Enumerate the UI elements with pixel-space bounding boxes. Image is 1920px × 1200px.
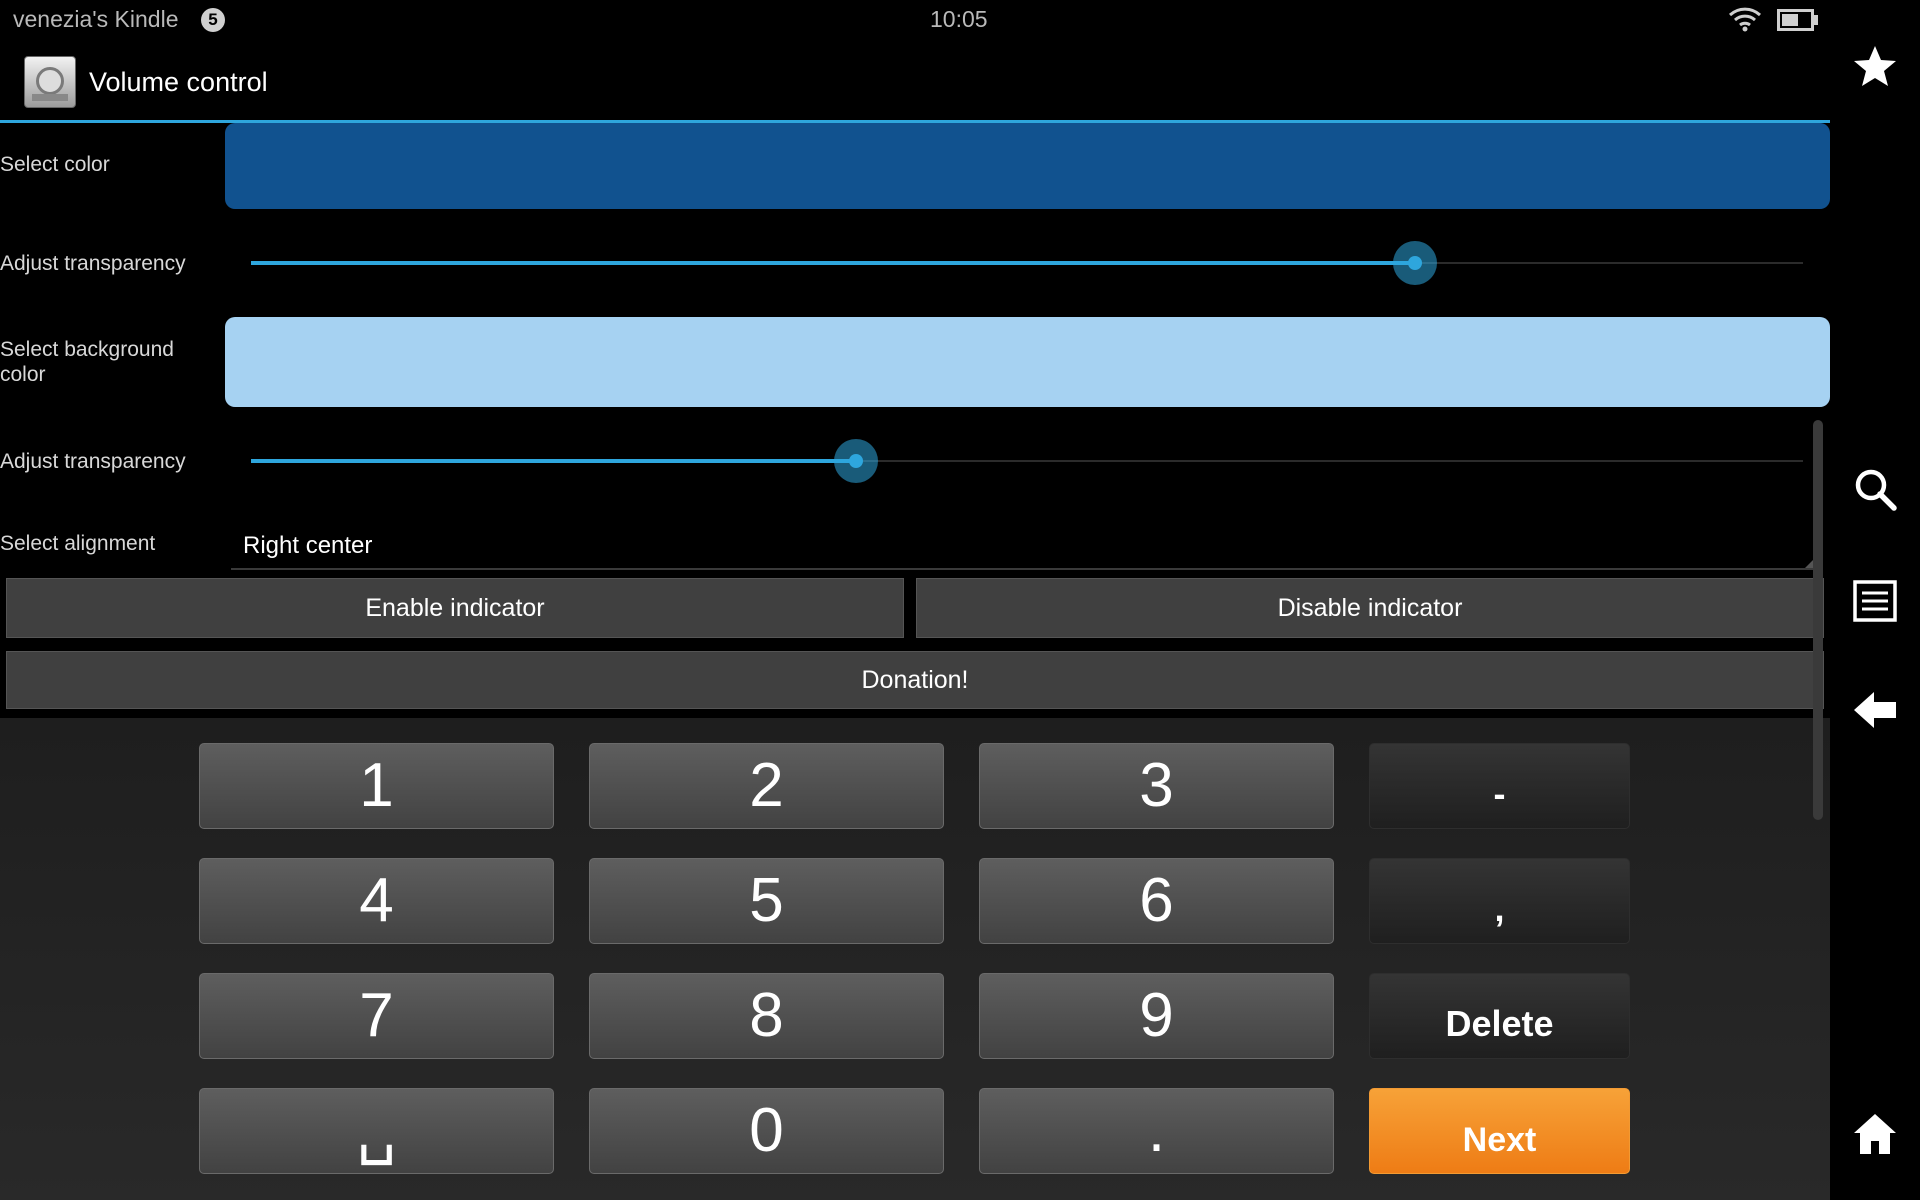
transparency-slider[interactable] <box>251 241 1803 285</box>
transparency-label: Adjust transparency <box>0 252 186 275</box>
key-6[interactable]: 6 <box>979 858 1334 944</box>
space-key[interactable]: ␣ <box>199 1088 554 1174</box>
key-2[interactable]: 2 <box>589 743 944 829</box>
action-bar: Volume control <box>0 40 1830 123</box>
key-minus[interactable]: - <box>1369 743 1630 829</box>
bg-transparency-label: Adjust transparency <box>0 450 186 473</box>
donation-button[interactable]: Donation! <box>6 651 1824 709</box>
settings-panel: Select color Adjust transparency Select … <box>0 123 1830 718</box>
key-0[interactable]: 0 <box>589 1088 944 1174</box>
key-8[interactable]: 8 <box>589 973 944 1059</box>
navigation-bar <box>1830 0 1920 1200</box>
home-icon[interactable] <box>1852 1111 1898 1157</box>
key-7[interactable]: 7 <box>199 973 554 1059</box>
disable-indicator-button[interactable]: Disable indicator <box>916 578 1824 638</box>
slider-fill <box>251 459 857 463</box>
key-3[interactable]: 3 <box>979 743 1334 829</box>
select-bg-color-label: Select background color <box>0 338 174 386</box>
select-alignment-label: Select alignment <box>0 532 156 555</box>
slider-fill <box>251 261 1415 265</box>
enable-indicator-button[interactable]: Enable indicator <box>6 578 904 638</box>
clock: 10:05 <box>930 6 988 32</box>
key-5[interactable]: 5 <box>589 858 944 944</box>
key-4[interactable]: 4 <box>199 858 554 944</box>
status-bar: venezia's Kindle 5 10:05 <box>0 0 1830 40</box>
search-icon[interactable] <box>1852 466 1898 512</box>
numeric-keyboard: 1 2 3 - 4 5 6 , 7 8 9 Delete ␣ 0 . Next <box>0 718 1830 1200</box>
wifi-icon <box>1728 7 1762 32</box>
key-period[interactable]: . <box>979 1088 1334 1174</box>
notification-badge[interactable]: 5 <box>201 8 225 32</box>
key-9[interactable]: 9 <box>979 973 1334 1059</box>
color-swatch[interactable] <box>225 123 1830 209</box>
app-title: Volume control <box>89 67 268 97</box>
key-comma[interactable]: , <box>1369 858 1630 944</box>
alignment-dropdown[interactable]: Right center <box>231 528 1821 570</box>
next-key[interactable]: Next <box>1369 1088 1630 1174</box>
background-color-swatch[interactable] <box>225 317 1830 407</box>
menu-icon[interactable] <box>1852 578 1898 624</box>
slider-thumb[interactable] <box>834 439 879 483</box>
alignment-value: Right center <box>243 532 373 559</box>
app-icon <box>24 56 76 108</box>
key-1[interactable]: 1 <box>199 743 554 829</box>
back-icon[interactable] <box>1852 687 1898 733</box>
select-color-label: Select color <box>0 153 110 176</box>
delete-key[interactable]: Delete <box>1369 973 1630 1059</box>
device-name: venezia's Kindle <box>13 6 179 32</box>
scrollbar[interactable] <box>1813 420 1823 820</box>
star-icon[interactable] <box>1852 43 1898 89</box>
slider-thumb[interactable] <box>1393 241 1437 285</box>
battery-icon <box>1777 9 1818 31</box>
bg-transparency-slider[interactable] <box>251 439 1803 483</box>
